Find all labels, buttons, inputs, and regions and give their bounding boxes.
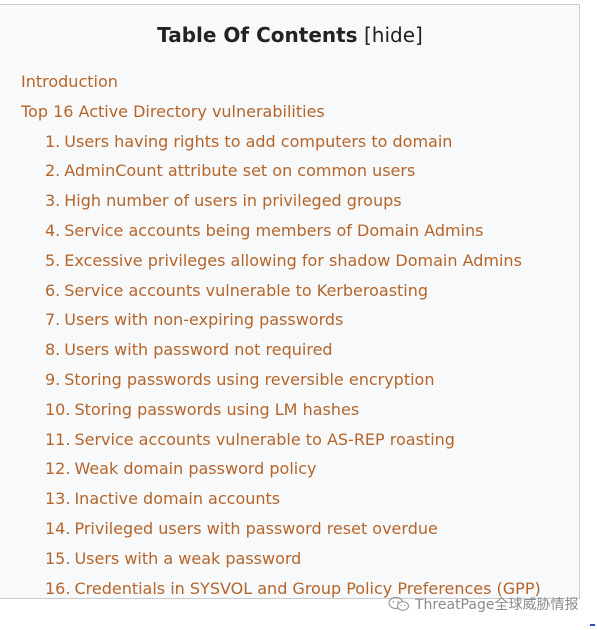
bracket-close: ]	[415, 23, 423, 47]
toc-subitem[interactable]: 14. Privileged users with password reset …	[21, 518, 541, 548]
toc-subitem-label: Service accounts vulnerable to AS-REP ro…	[74, 429, 455, 449]
toc-subitem-number: 8.	[45, 340, 61, 360]
toc-subitem-number: 14.	[45, 518, 71, 538]
toc-subitem-number: 11.	[45, 429, 71, 449]
toc-subitem-label: Inactive domain accounts	[74, 489, 281, 509]
toc-section-vulnerabilities: Top 16 Active Directory vulnerabilities …	[21, 101, 541, 608]
toc-subitem[interactable]: 11. Service accounts vulnerable to AS-REP…	[21, 429, 541, 459]
toc-subitem-label: Storing passwords using reversible encry…	[64, 369, 435, 389]
toc-subitem[interactable]: 2. AdminCount attribute set on common use…	[21, 160, 541, 190]
toc-subitem[interactable]: 10. Storing passwords using LM hashes	[21, 399, 541, 429]
toc-subitem-number: 4.	[45, 220, 61, 240]
toc-subitem-label: Privileged users with password reset ove…	[74, 518, 438, 538]
bracket-open: [	[357, 23, 372, 47]
toc-link-introduction[interactable]: Introduction	[21, 71, 541, 101]
toc-subitem[interactable]: 6. Service accounts vulnerable to Kerbero…	[21, 280, 541, 310]
toc-subitem[interactable]: 5. Excessive privileges allowing for shad…	[21, 250, 541, 280]
toc-subitem-number: 2.	[45, 161, 61, 181]
toc-subitem-label: Excessive privileges allowing for shadow…	[64, 250, 522, 270]
toc-subitem-label: Service accounts vulnerable to Kerberoas…	[64, 280, 429, 300]
toc-sublist: 1. Users having rights to add computers t…	[21, 131, 541, 608]
toc-subitem-label: Users with non-expiring passwords	[64, 310, 344, 330]
toc-title: Table Of Contents	[157, 23, 358, 47]
toc-subitem-number: 3.	[45, 191, 61, 211]
toc-subitem-label: Storing passwords using LM hashes	[74, 399, 360, 419]
toc-subitem[interactable]: 9. Storing passwords using reversible enc…	[21, 369, 541, 399]
toc-subitem-number: 6.	[45, 280, 61, 300]
toc-subitem-label: Weak domain password policy	[74, 459, 317, 479]
watermark: ThreatPage全球威胁情报	[388, 594, 578, 614]
toc-subitem-label: Users with password not required	[64, 340, 333, 360]
wechat-icon	[388, 596, 410, 611]
toc-subitem-label: Users having rights to add computers to …	[64, 131, 453, 151]
toc-subitem-number: 15.	[45, 548, 71, 568]
toc-subitem-number: 9.	[45, 369, 61, 389]
toc-link-top-16-vulnerabilities[interactable]: Top 16 Active Directory vulnerabilities	[21, 101, 541, 131]
toc-subitem[interactable]: 7. Users with non-expiring passwords	[21, 309, 541, 339]
toc-subitem-label: High number of users in privileged group…	[64, 191, 402, 211]
toc-list: Introduction Top 16 Active Directory vul…	[21, 71, 541, 607]
table-of-contents: Table Of Contents [hide] Introduction To…	[0, 4, 580, 599]
toc-subitem[interactable]: 12. Weak domain password policy	[21, 458, 541, 488]
watermark-text: ThreatPage全球威胁情报	[415, 597, 579, 613]
toc-subitem-number: 1.	[45, 131, 61, 151]
toc-subitem-number: 7.	[45, 310, 61, 330]
toc-subitem-label: AdminCount attribute set on common users	[64, 161, 416, 181]
toc-subitem-number: 5.	[45, 250, 61, 270]
hide-link[interactable]: hide	[372, 23, 415, 47]
toc-subitem[interactable]: 1. Users having rights to add computers t…	[21, 131, 541, 161]
toc-subitem-label: Service accounts being members of Domain…	[64, 220, 484, 240]
toc-subitem[interactable]: 4. Service accounts being members of Doma…	[21, 220, 541, 250]
toc-heading: Table Of Contents [hide]	[0, 23, 580, 47]
toc-subitem[interactable]: 15. Users with a weak password	[21, 548, 541, 578]
toc-subitem[interactable]: 3. High number of users in privileged gro…	[21, 190, 541, 220]
toc-subitem[interactable]: 8. Users with password not required	[21, 339, 541, 369]
toc-subitem-number: 12.	[45, 459, 71, 479]
toc-hide-toggle: [hide]	[358, 23, 423, 47]
toc-subitem-number: 13.	[45, 489, 71, 509]
toc-subitem-label: Users with a weak password	[74, 548, 302, 568]
corner-mark	[590, 624, 595, 626]
toc-subitem[interactable]: 13. Inactive domain accounts	[21, 488, 541, 518]
toc-subitem-number: 16.	[45, 578, 71, 598]
toc-subitem-number: 10.	[45, 399, 71, 419]
